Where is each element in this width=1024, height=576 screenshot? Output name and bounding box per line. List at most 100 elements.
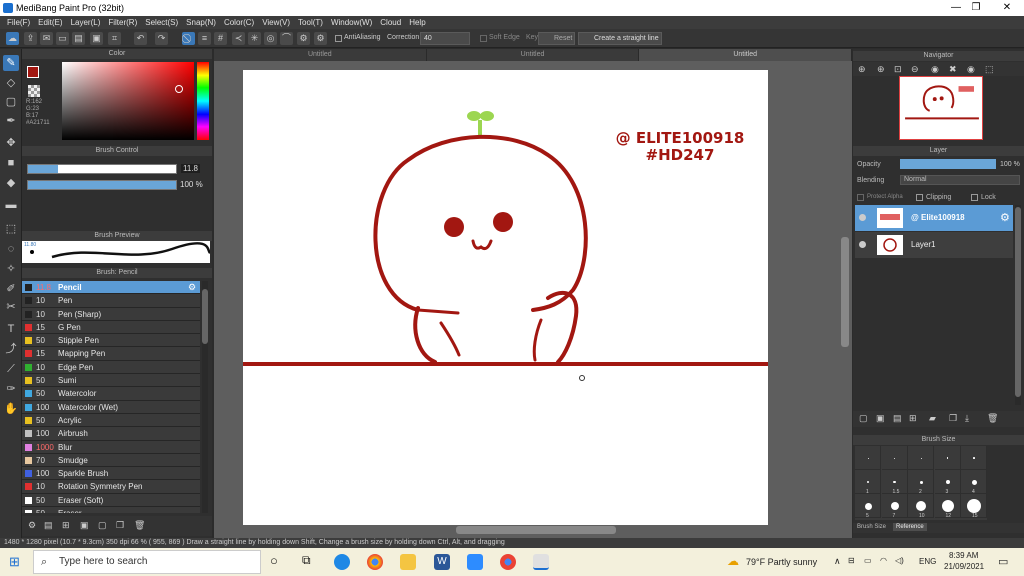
notification-icon[interactable]: ▭ [998, 555, 1008, 568]
soft-edge-checkbox[interactable] [480, 35, 487, 42]
layer-settings-gear-icon[interactable]: ⚙ [1000, 211, 1010, 224]
menu-layer[interactable]: Layer(L) [67, 16, 105, 29]
zoom-reset-icon[interactable]: ⊕ [877, 64, 885, 75]
gear-icon[interactable]: ⚙ [297, 32, 310, 45]
drawing-canvas[interactable]: @ ELITE100918 #HD247 [243, 70, 768, 525]
brush-item[interactable]: 50 Acrylic [22, 413, 200, 428]
perspective-snap-icon[interactable]: ≺ [232, 32, 245, 45]
settings-icon[interactable]: ⚙ [314, 32, 327, 45]
tray-chevron-icon[interactable]: ∧ [834, 556, 841, 567]
redo-icon[interactable]: ↷ [155, 32, 168, 45]
brush-size-cell[interactable]: 3 [934, 470, 961, 495]
zoom-out-icon[interactable]: ⊖ [911, 64, 919, 75]
rotate-left-icon[interactable]: ◉ [931, 64, 939, 75]
canvas-vertical-scrollbar[interactable] [841, 237, 849, 347]
grid-snap-icon[interactable]: # [214, 32, 227, 45]
duplicate-layer-icon[interactable]: ❐ [949, 413, 957, 424]
language-indicator[interactable]: ENG [919, 557, 936, 566]
select-tool-icon[interactable]: ⬚ [3, 221, 19, 237]
brush-tool-icon[interactable]: ✎ [3, 55, 19, 71]
lock-checkbox[interactable] [971, 194, 978, 201]
undo-icon[interactable]: ↶ [134, 32, 147, 45]
new-layer-color-icon[interactable]: ▣ [876, 413, 885, 424]
close-button[interactable]: ✕ [997, 1, 1017, 15]
save-icon[interactable]: ▤ [72, 32, 85, 45]
rect-fill-tool-icon[interactable]: ■ [3, 155, 19, 171]
menu-tool[interactable]: Tool(T) [294, 16, 327, 29]
brush-duplicate-icon[interactable]: ❐ [116, 520, 124, 531]
new-layer-icon[interactable]: ▢ [859, 413, 868, 424]
operation-tool-icon[interactable]: ⤴ [3, 341, 19, 357]
menu-color[interactable]: Color(C) [220, 16, 258, 29]
cortana-icon[interactable]: ○ [270, 553, 278, 568]
radial-snap-icon[interactable]: ✳ [248, 32, 261, 45]
tab-untitled-1[interactable]: Untitled [214, 49, 427, 61]
weather-text[interactable]: 79°F Partly sunny [746, 557, 817, 567]
network-icon[interactable]: ⊟ [848, 556, 855, 565]
tab-untitled-3[interactable]: Untitled [639, 49, 853, 61]
menu-file[interactable]: File(F) [3, 16, 34, 29]
hand-tool-icon[interactable]: ✋ [3, 401, 19, 417]
brush-item[interactable]: 10 Pen (Sharp) [22, 307, 200, 321]
brush-settings-icon[interactable]: ⚙ [28, 520, 36, 531]
brush-size-cell[interactable] [908, 446, 934, 470]
flip-icon[interactable]: ✖ [949, 64, 957, 75]
taskbar-search[interactable]: ⌕ Type here to search [33, 550, 261, 574]
brush-copy-icon[interactable]: ▣ [80, 520, 89, 531]
clipping-checkbox[interactable] [916, 194, 923, 201]
brush-item[interactable]: 100 Airbrush [22, 427, 200, 441]
zoom-in-icon[interactable]: ⊕ [858, 64, 866, 75]
brush-opacity-slider[interactable] [27, 180, 177, 190]
brush-item[interactable]: 50 Watercolor [22, 387, 200, 401]
brush-item[interactable]: 11.8 Pencil ⚙ [22, 281, 200, 295]
menu-snap[interactable]: Snap(N) [182, 16, 220, 29]
brush-list-scrollbar[interactable] [202, 281, 208, 513]
rotate-right-icon[interactable]: ◉ [967, 64, 975, 75]
chat-icon[interactable]: ✉ [40, 32, 53, 45]
brush-new-icon[interactable]: ▢ [98, 520, 107, 531]
canvas-horizontal-scrollbar[interactable] [456, 526, 616, 534]
file-explorer-icon[interactable] [400, 554, 416, 570]
brush-delete-icon[interactable]: 🗑 [134, 520, 145, 531]
select-eraser-tool-icon[interactable]: ✂ [3, 299, 19, 315]
comment-icon[interactable]: ▭ [56, 32, 69, 45]
reset-button[interactable]: Reset [538, 32, 575, 45]
circle-snap-icon[interactable]: ◎ [264, 32, 277, 45]
snap-off-icon[interactable]: ⃠ [182, 32, 195, 45]
brush-size-cell[interactable]: 7 [881, 494, 908, 519]
brush-size-grid[interactable]: 1 1.5 2 3 4 5 7 10 12 15 [855, 446, 987, 520]
brush-item[interactable]: 50 Sumi [22, 374, 200, 388]
edge-icon[interactable] [334, 554, 350, 570]
menu-edit[interactable]: Edit(E) [34, 16, 66, 29]
fit-icon[interactable]: ⊡ [894, 64, 902, 75]
brush-add-icon[interactable]: ⊞ [62, 520, 70, 531]
brush-settings-gear-icon[interactable]: ⚙ [188, 281, 196, 294]
menu-window[interactable]: Window(W) [327, 16, 376, 29]
eraser-tool-icon[interactable]: ◇ [3, 75, 19, 91]
hue-bar[interactable] [197, 62, 209, 140]
brush-size-cell[interactable]: 4 [961, 470, 987, 495]
menu-help[interactable]: Help [405, 16, 429, 29]
chrome-icon[interactable] [367, 554, 383, 570]
layer-row-elite[interactable]: @ Elite100918 ⚙ [855, 205, 1013, 231]
eye-icon[interactable] [859, 214, 866, 221]
brush-size-cell[interactable]: 12 [934, 494, 961, 519]
eye-icon[interactable] [859, 241, 866, 248]
brush-item[interactable]: 50 Eraser (Soft) [22, 493, 200, 508]
medibang-taskbar-icon[interactable] [533, 554, 549, 570]
tab-reference[interactable]: Reference [893, 523, 927, 531]
brush-size-cell[interactable]: 2 [908, 470, 934, 495]
brush-size-cell[interactable] [855, 446, 881, 470]
brush-size-slider[interactable] [27, 164, 177, 174]
tab-brush-size[interactable]: Brush Size [857, 524, 886, 530]
zoom-icon[interactable] [467, 554, 483, 570]
chrome-profile-icon[interactable] [500, 554, 516, 570]
brush-item[interactable]: 10 Pen [22, 294, 200, 308]
share-icon[interactable]: ⇪ [24, 32, 37, 45]
color-picker-cursor[interactable] [175, 85, 183, 93]
menu-cloud[interactable]: Cloud [376, 16, 405, 29]
brush-item[interactable]: 70 Smudge [22, 453, 200, 468]
task-view-icon[interactable]: ⧉ [302, 553, 311, 568]
navigator-thumbnail[interactable] [899, 76, 983, 140]
brush-item[interactable]: 100 Watercolor (Wet) [22, 400, 200, 414]
